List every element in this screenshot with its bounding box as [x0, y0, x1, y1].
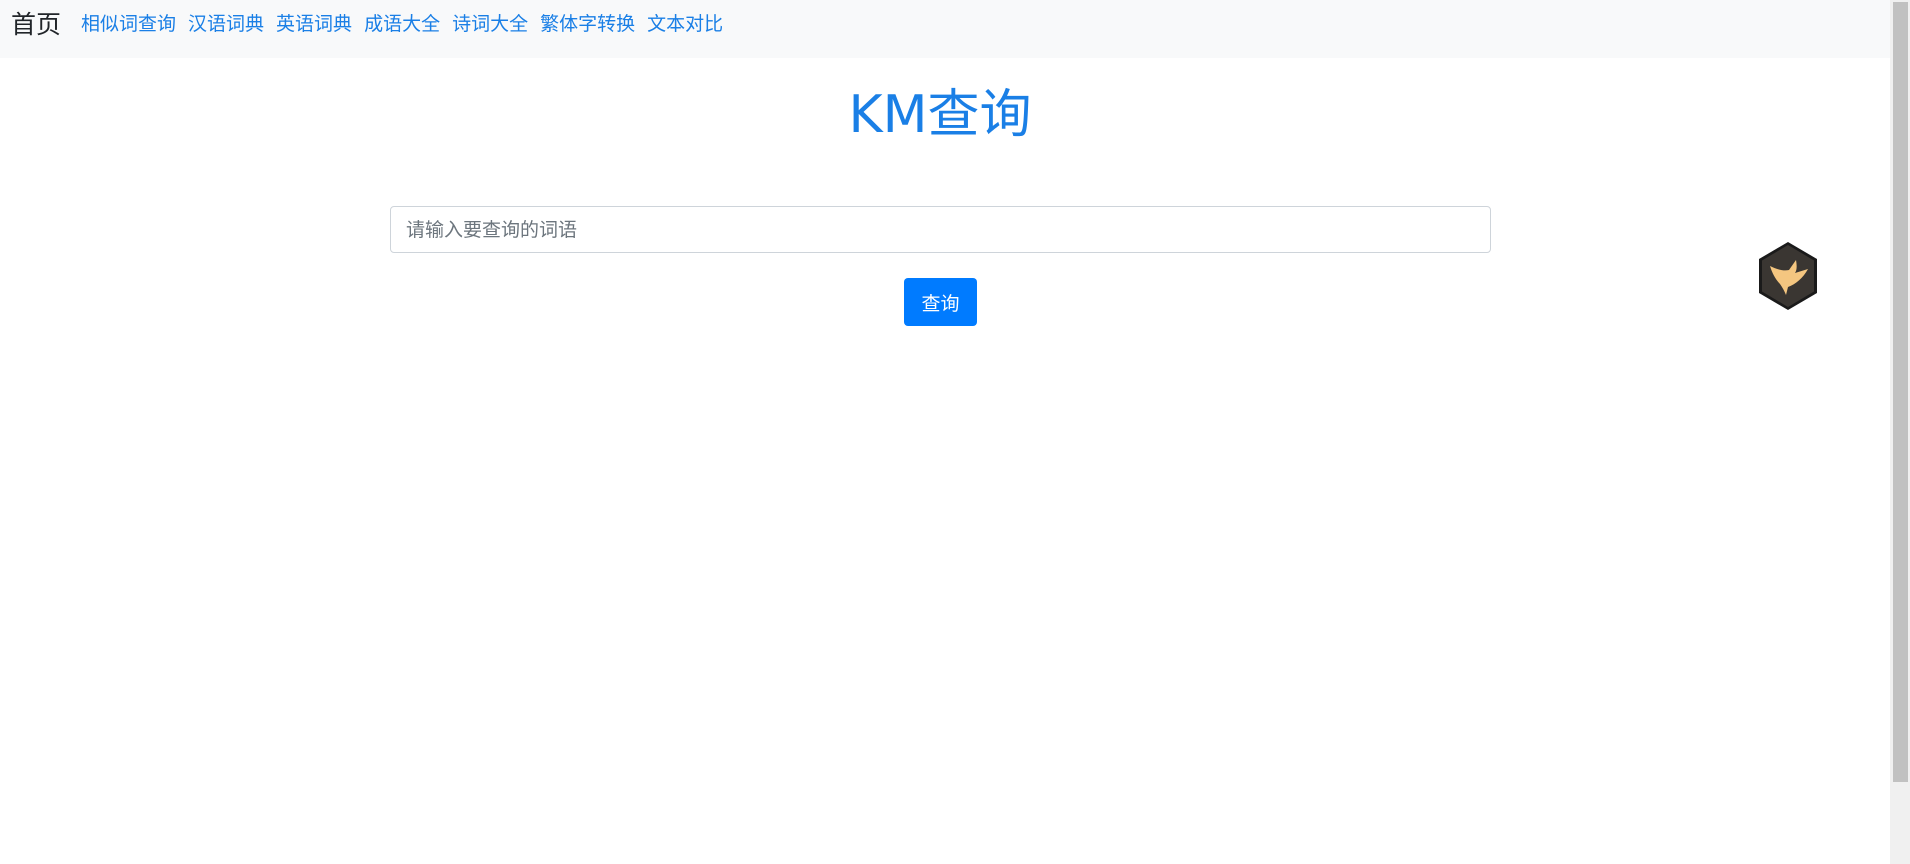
- search-input[interactable]: [390, 206, 1491, 253]
- nav-link-english-dictionary[interactable]: 英语词典: [276, 14, 352, 34]
- floating-widget[interactable]: [1756, 240, 1820, 312]
- nav-link-idioms[interactable]: 成语大全: [364, 14, 440, 34]
- nav-link-poetry[interactable]: 诗词大全: [452, 14, 528, 34]
- top-navbar: 首页 相似词查询 汉语词典 英语词典 成语大全 诗词大全 繁体字转换 文本对比: [0, 0, 1890, 58]
- page: 首页 相似词查询 汉语词典 英语词典 成语大全 诗词大全 繁体字转换 文本对比 …: [0, 0, 1910, 864]
- nav-home-link[interactable]: 首页: [11, 12, 61, 37]
- hummingbird-icon: [1759, 242, 1817, 310]
- nav-link-traditional-convert[interactable]: 繁体字转换: [540, 14, 635, 34]
- nav-link-similar-words[interactable]: 相似词查询: [81, 14, 176, 34]
- nav-link-text-compare[interactable]: 文本对比: [647, 14, 723, 34]
- vertical-scrollbar-thumb[interactable]: [1893, 2, 1908, 782]
- page-title: KM查询: [848, 85, 1032, 145]
- nav-links: 相似词查询 汉语词典 英语词典 成语大全 诗词大全 繁体字转换 文本对比: [81, 14, 735, 34]
- nav-link-chinese-dictionary[interactable]: 汉语词典: [188, 14, 264, 34]
- search-button[interactable]: 查询: [904, 278, 977, 326]
